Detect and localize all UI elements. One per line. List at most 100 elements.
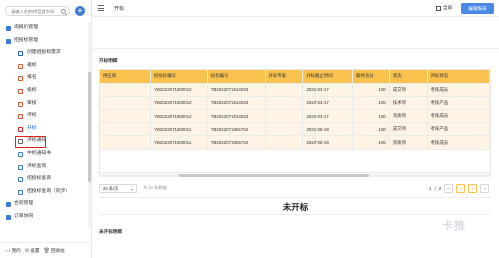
sidebar-item[interactable]: 评标通知 xyxy=(0,135,92,148)
sidebar-item[interactable]: 邀标 xyxy=(0,60,92,73)
column-header[interactable]: 招投标编号 xyxy=(150,70,208,84)
sidebar-item-label: 开标 xyxy=(27,125,37,131)
folder-icon xyxy=(6,214,11,220)
pager: 1 / 2 « ‹ › » xyxy=(429,184,490,193)
main-content: 开标明细 供应商 招投标编号 投标编号 开标专家 开标截止时间 最终总分 状态 评标状态 YB… xyxy=(92,17,499,258)
table-cell: 考核产品 xyxy=(427,96,490,111)
current-page: 1 xyxy=(429,186,432,191)
open-bid-icon xyxy=(18,126,23,132)
search-row: + xyxy=(5,6,89,16)
table-body: YB2022071800012 TB2022071814033 2022-03-17… xyxy=(100,83,490,150)
column-header[interactable]: 最终总分 xyxy=(352,70,390,84)
column-header[interactable]: 供应商 xyxy=(100,70,152,84)
column-header[interactable]: 开标专家 xyxy=(265,70,304,84)
recycle-label: 回收站 xyxy=(50,247,65,253)
sidebar-item-label: 邀标 xyxy=(27,62,37,68)
sidebar-item-label: 报名 xyxy=(27,75,37,81)
chart-icon xyxy=(18,189,23,195)
next-page-button[interactable]: › xyxy=(468,184,478,193)
settings-label: 设置 xyxy=(30,247,40,253)
sidebar-item[interactable]: 招投标管理 xyxy=(0,35,92,48)
sidebar-item[interactable]: 招投标查询 xyxy=(0,173,92,186)
search-icon[interactable] xyxy=(61,9,66,14)
home-link[interactable]: ⌂/ 我的 xyxy=(5,248,21,254)
sidebar-item-label: 询报价管理 xyxy=(14,25,38,30)
table-row[interactable]: YB2022071800012 TB2022071814033 2022-03-17… xyxy=(100,83,490,97)
mail-icon xyxy=(18,63,23,69)
watermark-logo: 卡推 xyxy=(442,220,466,232)
table-cell xyxy=(100,96,152,111)
table-row[interactable]: YB2022071800012 TB2022071814033 2022-03-17… xyxy=(100,96,490,111)
table-horizontal-scrollbar[interactable] xyxy=(99,174,491,177)
table-scroll-thumb[interactable] xyxy=(179,174,369,177)
sidebar-item[interactable]: 招投标查询（同步） xyxy=(0,186,92,199)
recycle-link[interactable]: 🗑回收站 xyxy=(43,248,64,254)
check-icon xyxy=(18,101,23,107)
table-cell: 100 xyxy=(352,96,390,111)
table-cell: 资质项 xyxy=(389,135,428,150)
page-separator: / xyxy=(434,186,436,191)
sidebar-item[interactable]: 评标 xyxy=(0,110,92,123)
table-cell xyxy=(265,83,304,97)
column-header[interactable]: 投标编号 xyxy=(207,70,266,84)
folder-icon xyxy=(6,202,11,208)
table-cell: 考核成员 xyxy=(427,109,490,124)
sidebar-item[interactable]: 审核 xyxy=(0,98,92,111)
sidebar-item[interactable]: 评标查询 xyxy=(0,161,92,174)
sidebar-scrollbar[interactable] xyxy=(88,22,91,227)
table-row[interactable]: YB2022071800011 TB2022071855734 2022-08-19… xyxy=(100,135,490,150)
sidebar-item[interactable]: 报名 xyxy=(0,72,92,85)
send-icon xyxy=(18,88,23,94)
sidebar-scroll-thumb[interactable] xyxy=(88,72,91,182)
sidebar-item[interactable]: 订单协同 xyxy=(0,211,92,224)
column-header[interactable]: 状态 xyxy=(389,70,428,84)
total-pages: 2 xyxy=(438,186,442,191)
last-page-button[interactable]: » xyxy=(480,184,490,193)
sidebar-item[interactable]: 投标 xyxy=(0,85,92,98)
sidebar-item-label: 评标 xyxy=(27,113,37,119)
table-cell: TB2022071855734 xyxy=(207,135,266,150)
table-cell: 2022-08-19 xyxy=(302,135,354,150)
table-cell xyxy=(100,109,152,124)
folder-icon xyxy=(6,38,11,44)
sidebar-item-label: 招投标查询（同步） xyxy=(27,188,71,194)
table-row[interactable]: YB2022071800012 TB2022071814033 2022-03-17… xyxy=(100,109,490,124)
table-cell: TB2022071814033 xyxy=(207,96,266,111)
sidebar-item-label: 订单协同 xyxy=(14,213,34,219)
edit-report-button[interactable]: 编辑报表 xyxy=(461,3,494,14)
table-cell: 考核成员 xyxy=(427,83,490,97)
sidebar-item[interactable]: 开标 xyxy=(0,123,92,136)
table-cell: YB2022071800011 xyxy=(150,135,208,150)
sidebar-item[interactable]: 询报价管理 xyxy=(0,22,92,35)
gear-icon: ⚙ xyxy=(24,247,30,254)
table-cell xyxy=(265,122,304,137)
fullscreen-button[interactable]: 全屏 xyxy=(436,5,452,11)
table-cell: TB2022071814033 xyxy=(207,83,266,97)
trash-icon: 🗑 xyxy=(43,247,50,254)
fullscreen-icon xyxy=(436,5,441,11)
search-input[interactable] xyxy=(11,8,59,15)
add-button[interactable]: + xyxy=(75,6,85,16)
table-cell: 100 xyxy=(352,109,390,124)
section-title-opened: 开标明细 xyxy=(99,58,118,63)
column-header[interactable]: 评标状态 xyxy=(427,70,490,84)
page-size-value: 20 条/页 xyxy=(103,186,119,191)
search-box[interactable] xyxy=(5,6,70,16)
sidebar-item-label: 招投标查询 xyxy=(27,176,51,182)
signup-icon xyxy=(18,76,23,82)
sidebar-item[interactable]: 创建招投标需求 xyxy=(0,47,92,60)
sidebar-item-label: 中标通知书 xyxy=(27,150,51,156)
table-cell: 成交项 xyxy=(389,122,428,137)
settings-link[interactable]: ⚙设置 xyxy=(25,248,40,254)
sidebar-item-label: 投标 xyxy=(27,87,37,93)
sidebar-item[interactable]: 合同管理 xyxy=(0,198,92,211)
sidebar-bottom-bar: ⌂/ 我的 ⚙设置 🗑回收站 xyxy=(0,242,92,258)
table-row[interactable]: YB2022071800011 TB2022071855734 2022-08-18… xyxy=(100,122,490,137)
sidebar-menu: 询报价管理招投标管理 创建招投标需求邀标报名投标审核评标开标评标通知中标通知书评标… xyxy=(0,22,92,224)
first-page-button[interactable]: « xyxy=(444,184,454,193)
column-header[interactable]: 开标截止时间 xyxy=(302,70,354,84)
prev-page-button[interactable]: ‹ xyxy=(456,184,466,193)
sidebar-item[interactable]: 中标通知书 xyxy=(0,148,92,161)
menu-toggle-icon[interactable] xyxy=(98,5,104,11)
page-size-select[interactable]: 20 条/页 ▾ xyxy=(99,184,137,193)
